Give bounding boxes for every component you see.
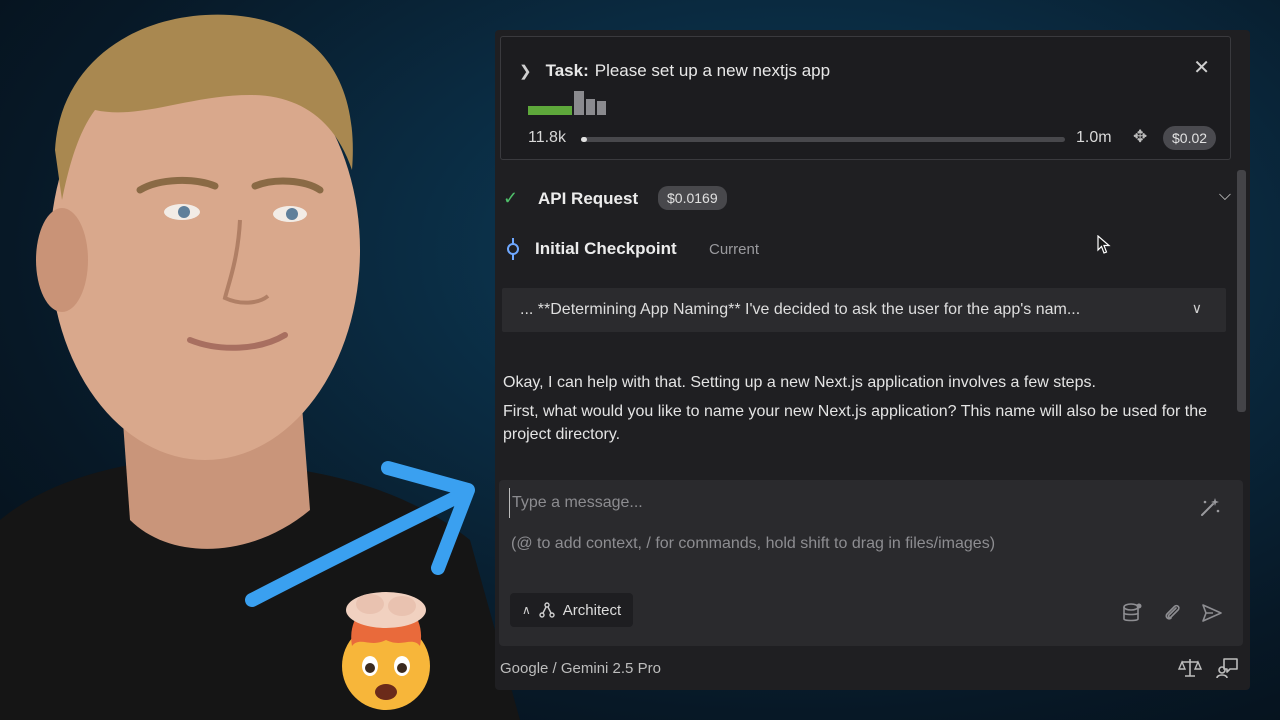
checkmark-icon: ✓ — [503, 188, 519, 208]
task-label: Task: — [545, 61, 589, 80]
total-cost-badge: $0.02 — [1163, 126, 1217, 150]
assistant-message: First, what would you like to name your … — [503, 403, 1208, 443]
api-request-row[interactable]: ✓ API Request $0.0169 ⌵ — [503, 185, 1231, 213]
enhance-prompt-wand-icon[interactable] — [1199, 496, 1221, 518]
usage-bar — [574, 91, 584, 115]
context-usage-bars — [528, 91, 618, 115]
context-progress-fill — [581, 137, 587, 142]
context-progress-bar — [581, 137, 1065, 142]
task-header: ❯ Task: Please set up a new nextjs app ✕ 1… — [500, 36, 1231, 160]
chevron-right-icon[interactable]: ❯ — [519, 63, 532, 80]
message-input[interactable] — [509, 488, 1174, 518]
usage-bar — [586, 99, 595, 115]
exploding-head-emoji-icon — [342, 592, 430, 710]
task-text: Please set up a new nextjs app — [594, 61, 831, 80]
composer-tools — [1121, 602, 1223, 624]
input-hint: (@ to add context, / for commands, hold … — [511, 535, 996, 552]
api-request-title: API Request — [538, 189, 639, 208]
task-title-row[interactable]: ❯ Task: Please set up a new nextjs app — [519, 61, 830, 81]
close-icon[interactable]: ✕ — [1193, 55, 1210, 80]
reasoning-text: ... **Determining App Naming** I've deci… — [520, 301, 1081, 318]
api-request-cost-badge: $0.0169 — [658, 186, 727, 210]
assistant-message: Okay, I can help with that. Setting up a… — [503, 374, 1096, 391]
chat-panel: ❯ Task: Please set up a new nextjs app ✕ 1… — [495, 30, 1250, 690]
codebase-index-database-icon[interactable] — [1121, 602, 1143, 624]
git-commit-icon — [507, 238, 519, 260]
checkpoint-title: Initial Checkpoint — [535, 239, 677, 258]
context-max: 1.0m — [1076, 129, 1112, 146]
mode-selector-button[interactable]: ∧ Architect — [510, 593, 634, 627]
chevron-down-icon[interactable]: ⌵ — [1219, 187, 1231, 205]
chevron-down-icon[interactable]: ∨ — [1192, 300, 1202, 317]
send-icon[interactable] — [1201, 602, 1223, 624]
usage-bar — [597, 101, 606, 115]
scale-balance-icon[interactable] — [1178, 656, 1202, 680]
message-composer: (@ to add context, / for commands, hold … — [499, 480, 1243, 646]
feedback-chat-icon[interactable] — [1216, 656, 1240, 680]
mouse-cursor-icon — [1097, 235, 1111, 254]
usage-bar-used — [528, 106, 572, 115]
mode-label: Architect — [562, 601, 622, 619]
paperclip-icon[interactable] — [1161, 602, 1183, 624]
model-label[interactable]: Google / Gemini 2.5 Pro — [500, 660, 661, 677]
context-used: 11.8k — [528, 129, 566, 146]
checkpoint-current-label: Current — [709, 241, 760, 258]
architect-mode-icon — [539, 602, 555, 618]
reasoning-block[interactable]: ... **Determining App Naming** I've deci… — [502, 288, 1226, 332]
condense-context-icon[interactable]: ✥ — [1133, 127, 1147, 147]
footer-icons — [1178, 656, 1240, 680]
chevron-up-icon: ∧ — [522, 603, 531, 617]
scrollbar[interactable] — [1237, 170, 1246, 412]
